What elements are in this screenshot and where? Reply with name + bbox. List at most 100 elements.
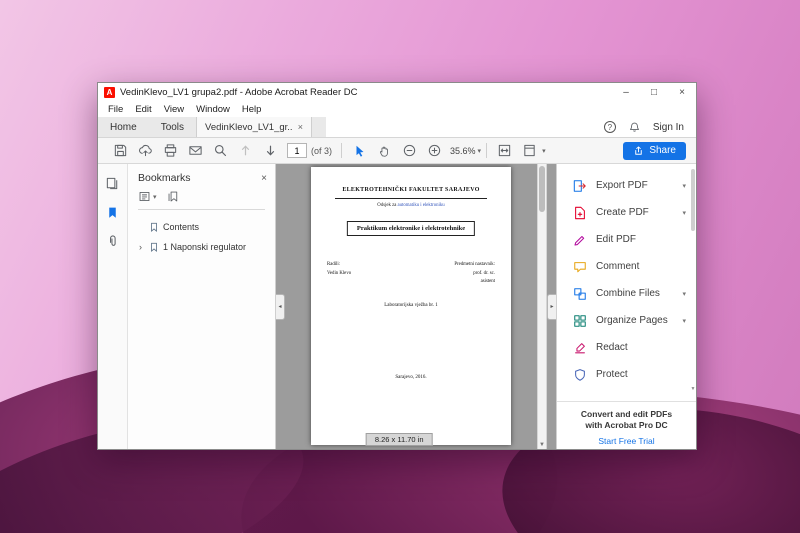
menu-view[interactable]: View [158, 104, 190, 115]
page-display-button[interactable] [517, 141, 542, 161]
tab-document[interactable]: VedinKlevo_LV1_gr... × [196, 117, 313, 137]
scrollbar-down-arrow-icon[interactable]: ▼ [690, 386, 696, 392]
next-page-icon [266, 145, 275, 156]
menu-help[interactable]: Help [236, 104, 268, 115]
page-count-label: (of 3) [311, 145, 333, 156]
tool-comment[interactable]: Comment [557, 253, 696, 280]
bookmarks-options-icon [139, 191, 150, 202]
page-number-input[interactable] [287, 143, 307, 158]
tool-label: Export PDF [596, 180, 648, 191]
bookmarks-tree: Contents › 1 Naponski regulator [128, 210, 275, 257]
zoom-out-icon [403, 144, 416, 157]
scrollbar-thumb[interactable] [539, 166, 545, 212]
chevron-down-icon[interactable]: ▾ [682, 182, 686, 190]
chevron-down-icon[interactable]: ▾ [682, 317, 686, 325]
window-title: VedinKlevo_LV1 grupa2.pdf - Adobe Acroba… [120, 87, 358, 98]
cloud-upload-button[interactable] [133, 141, 158, 161]
fit-width-button[interactable] [492, 141, 517, 161]
pdf-page[interactable]: ELEKTROTEHNIČKI FAKULTET SARAJEVO Odsjek… [311, 167, 511, 445]
previous-page-button[interactable] [233, 141, 258, 161]
tool-combine-files[interactable]: Combine Files ▾ [557, 280, 696, 307]
minimize-button[interactable]: – [612, 83, 640, 102]
bookmark-item-contents[interactable]: Contents [136, 217, 271, 237]
chevron-down-icon[interactable]: ▾ [682, 209, 686, 217]
bookmarks-header: Bookmarks × [128, 164, 275, 186]
tool-edit-pdf[interactable]: Edit PDF [557, 226, 696, 253]
page-department-line: Odsjek za automatiku i elektroniku [311, 203, 511, 208]
search-button[interactable] [208, 141, 233, 161]
save-button[interactable] [108, 141, 133, 161]
tools-panel-scrollbar[interactable]: ▼ [690, 164, 696, 396]
document-area: ◂ ▸ ELEKTROTEHNIČKI FAKULTET SARAJEVO Od… [276, 164, 556, 449]
page-columns: Radili: Vedin Klevo Predmetni nastavnik:… [327, 261, 495, 287]
document-scrollbar[interactable]: ▼ [537, 164, 547, 449]
page-center-line: Laboratorijska vježba br. 1 [384, 303, 438, 308]
help-icon[interactable]: ? [603, 121, 616, 133]
print-button[interactable] [158, 141, 183, 161]
acrobat-pro-promo: Convert and edit PDFs with Acrobat Pro D… [557, 401, 696, 449]
page-thumbnails-button[interactable] [104, 174, 122, 192]
promo-text-line: with Acrobat Pro DC [585, 420, 668, 431]
navigation-rail [98, 164, 128, 449]
page-document-title: Praktikum elektronike i elektrotehnike [346, 221, 476, 236]
bookmark-label: 1 Naponski regulator [163, 242, 247, 252]
document-tab-label: VedinKlevo_LV1_gr... [205, 121, 292, 133]
tool-export-pdf[interactable]: Export PDF ▾ [557, 172, 696, 199]
bookmarks-options-button[interactable]: ▾ [138, 190, 157, 203]
expand-chevron-icon[interactable]: › [136, 242, 145, 252]
zoom-in-button[interactable] [422, 141, 447, 161]
zoom-out-button[interactable] [397, 141, 422, 161]
attachments-button[interactable] [104, 232, 122, 250]
tab-bar: Home Tools VedinKlevo_LV1_gr... × ? Sign… [98, 117, 696, 138]
menu-window[interactable]: Window [190, 104, 236, 115]
tool-redact[interactable]: Redact [557, 334, 696, 361]
bookmarks-expand-icon [168, 191, 177, 202]
email-icon [189, 146, 202, 155]
previous-page-icon [241, 145, 250, 156]
start-free-trial-link[interactable]: Start Free Trial [557, 436, 696, 446]
right-column-line: prof. dr. sc. [473, 270, 495, 276]
maximize-button[interactable]: □ [640, 83, 668, 102]
tool-organize-pages[interactable]: Organize Pages ▾ [557, 307, 696, 334]
tool-create-pdf[interactable]: Create PDF ▾ [557, 199, 696, 226]
zoom-in-icon [428, 144, 441, 157]
sign-in-button[interactable]: Sign In [653, 122, 684, 133]
tool-label: Create PDF [596, 207, 649, 218]
tab-home[interactable]: Home [98, 117, 149, 137]
desktop: A VedinKlevo_LV1 grupa2.pdf - Adobe Acro… [0, 0, 800, 533]
select-cursor-icon [356, 145, 364, 157]
next-page-button[interactable] [258, 141, 283, 161]
close-button[interactable]: × [668, 83, 696, 102]
chevron-down-icon[interactable]: ▾ [682, 290, 686, 298]
tool-label: Comment [596, 261, 640, 272]
collapse-left-panel-handle[interactable]: ◂ [276, 293, 285, 320]
zoom-dropdown-chevron-icon[interactable]: ▾ [478, 147, 482, 155]
tools-list: Export PDF ▾ Create PDF ▾ Edit PDF Comme… [557, 164, 696, 388]
close-tab-icon[interactable]: × [298, 122, 303, 132]
page-display-chevron-icon[interactable]: ▾ [542, 147, 546, 155]
search-icon [214, 144, 227, 157]
menu-bar: File Edit View Window Help [98, 102, 696, 117]
close-bookmarks-icon[interactable]: × [261, 173, 267, 184]
menu-file[interactable]: File [102, 104, 129, 115]
collapse-right-panel-handle[interactable]: ▸ [547, 293, 556, 320]
bell-icon[interactable] [628, 121, 641, 134]
save-icon [114, 144, 127, 157]
select-tool-button[interactable] [347, 141, 372, 161]
page-thumbnails-icon [106, 177, 118, 189]
zoom-level-value[interactable]: 35.6% [450, 146, 476, 156]
scrollbar-down-arrow-icon[interactable]: ▼ [538, 442, 546, 448]
bookmarks-expand-button[interactable] [167, 190, 180, 203]
hand-tool-button[interactable] [372, 141, 397, 161]
page-left-column: Radili: Vedin Klevo [327, 261, 351, 287]
tab-tools[interactable]: Tools [149, 117, 196, 137]
menu-edit[interactable]: Edit [129, 104, 157, 115]
tool-protect[interactable]: Protect [557, 361, 696, 388]
bookmarks-panel-button[interactable] [104, 203, 122, 221]
email-button[interactable] [183, 141, 208, 161]
tool-label: Redact [596, 342, 628, 353]
title-bar: A VedinKlevo_LV1 grupa2.pdf - Adobe Acro… [98, 83, 696, 102]
bookmark-item-naponski-regulator[interactable]: › 1 Naponski regulator [136, 237, 271, 257]
scrollbar-thumb[interactable] [691, 169, 695, 231]
share-button[interactable]: Share [623, 141, 686, 160]
